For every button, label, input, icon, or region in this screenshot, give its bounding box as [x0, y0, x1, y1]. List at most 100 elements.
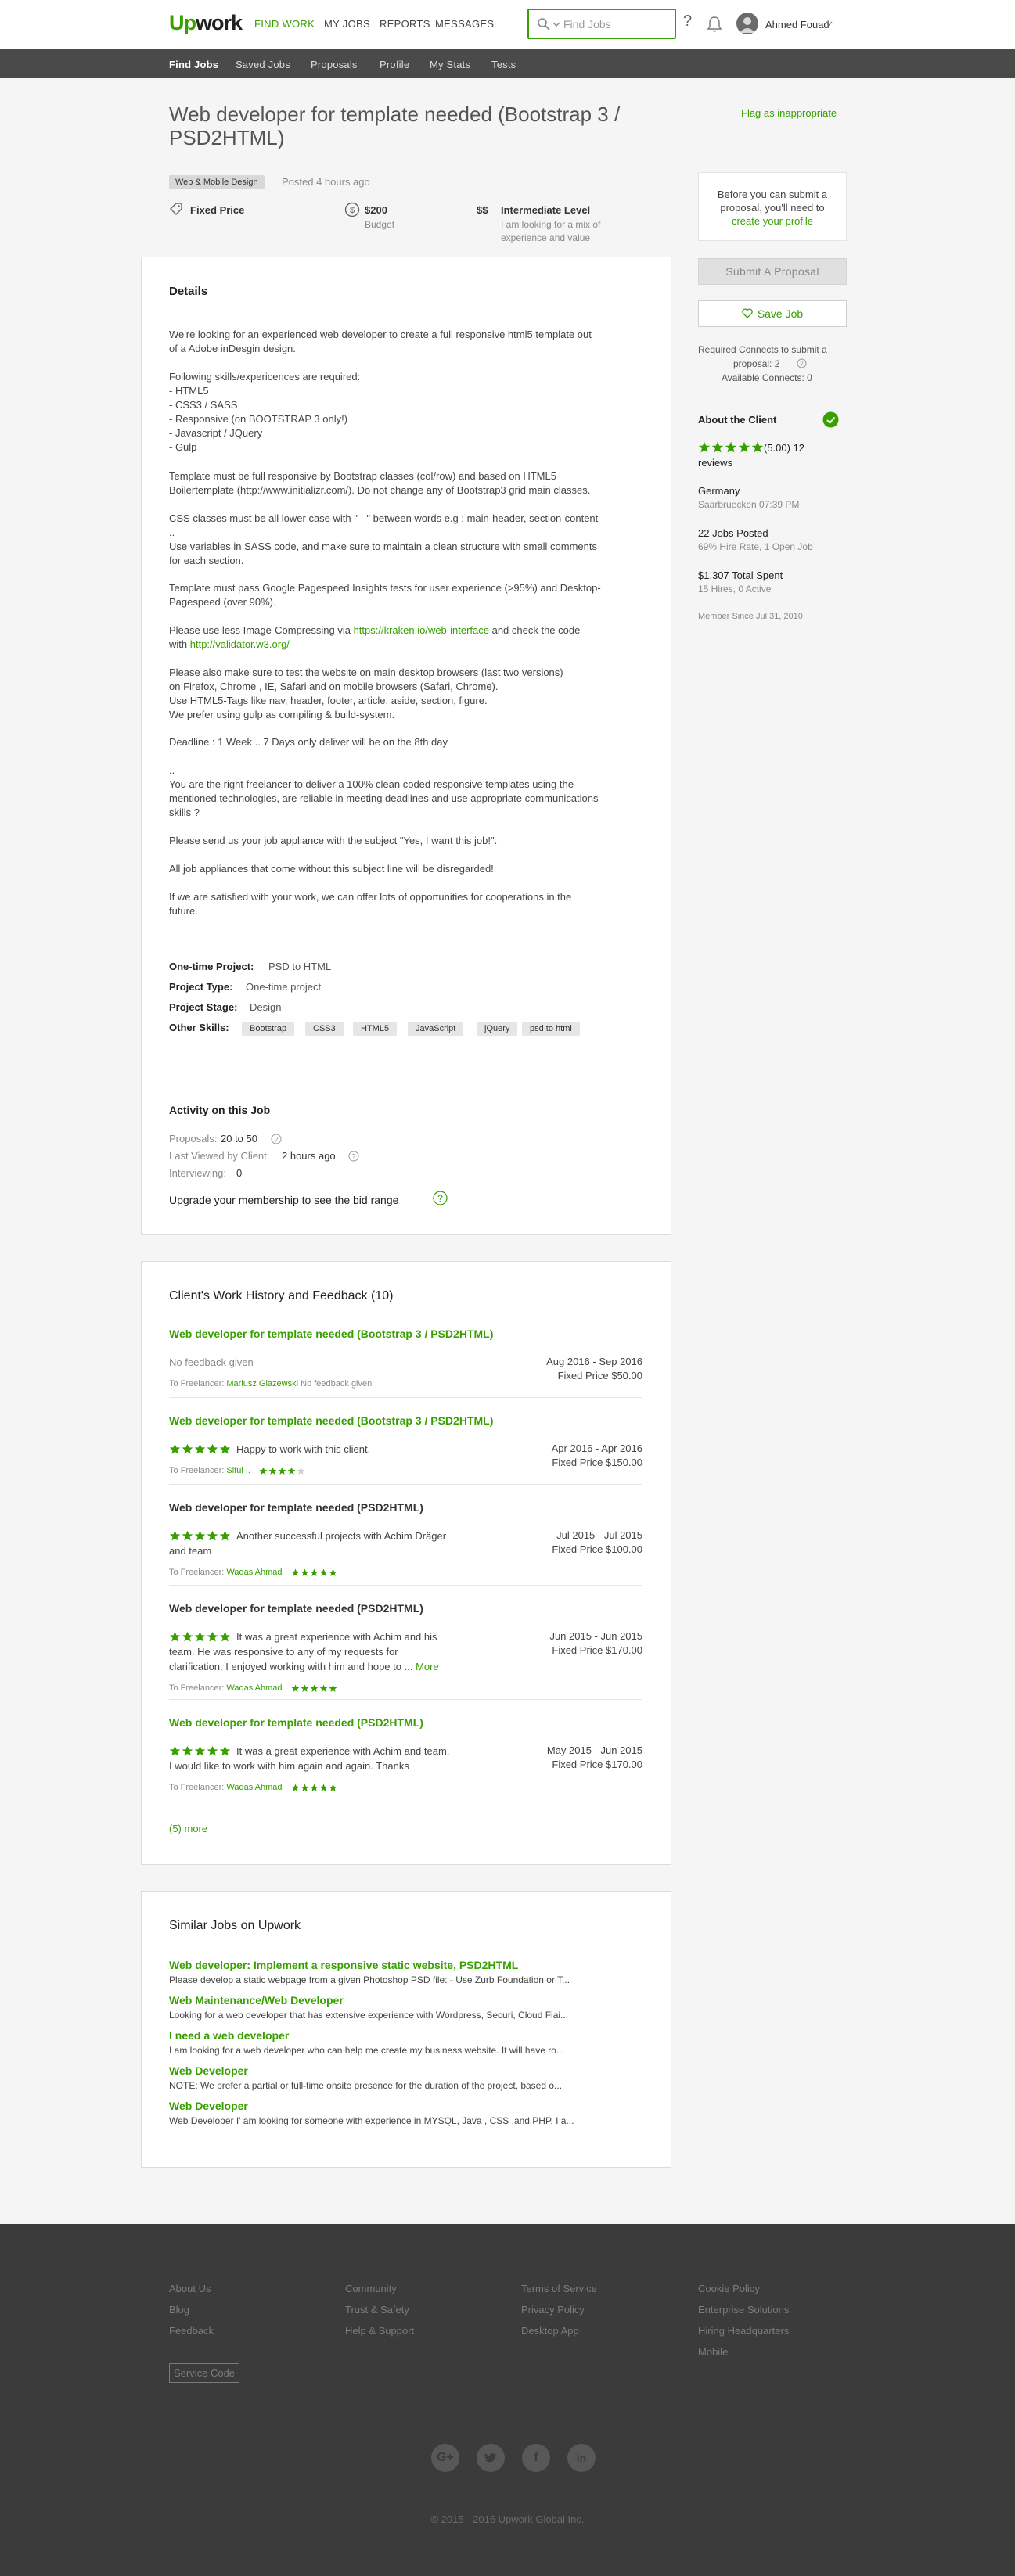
similar-job-title[interactable]: Web Developer	[169, 2100, 248, 2112]
hire-rate: 69% Hire Rate, 1 Open Job	[698, 541, 813, 552]
secondary-nav: Find Jobs Saved Jobs Proposals Profile M…	[0, 49, 1015, 78]
more-history-link[interactable]: (5) more	[169, 1823, 207, 1834]
footer-link[interactable]: Trust & Safety	[345, 2304, 409, 2316]
subnav-find-jobs[interactable]: Find Jobs	[169, 59, 218, 70]
history-job-title[interactable]: Web developer for template needed (PSD2H…	[169, 1716, 423, 1729]
similar-job-title[interactable]: Web Developer	[169, 2064, 248, 2077]
skill-tag[interactable]: psd to html	[522, 1022, 580, 1036]
skill-tag[interactable]: jQuery	[477, 1022, 518, 1036]
footer-link[interactable]: Feedback	[169, 2325, 214, 2337]
footer-link[interactable]: Blog	[169, 2304, 189, 2316]
upwork-logo[interactable]: Upwork	[169, 11, 243, 35]
top-navbar: Upwork FIND WORK MY JOBS REPORTS MESSAGE…	[0, 0, 1015, 49]
nav-messages[interactable]: MESSAGES	[435, 18, 494, 30]
work-history-heading: Client's Work History and Feedback (10)	[169, 1289, 394, 1302]
flag-inappropriate-link[interactable]: Flag as inappropriate	[741, 107, 837, 119]
freelancer-link[interactable]: Waqas Ahmad	[226, 1783, 282, 1792]
chevron-down-icon[interactable]	[552, 21, 560, 27]
subnav-proposals[interactable]: Proposals	[311, 59, 358, 70]
footer-link[interactable]: Cookie Policy	[698, 2283, 760, 2294]
footer-link[interactable]: Help & Support	[345, 2325, 414, 2337]
history-price: Fixed Price $100.00	[552, 1543, 642, 1555]
info-icon[interactable]: ?	[348, 1151, 359, 1162]
skill-tag[interactable]: CSS3	[305, 1022, 344, 1036]
info-icon[interactable]: ?	[797, 358, 807, 368]
subnav-tests[interactable]: Tests	[491, 59, 516, 70]
footer-link[interactable]: Privacy Policy	[521, 2304, 585, 2316]
project-stage-value: Design	[250, 1001, 282, 1013]
service-code-button[interactable]: Service Code	[169, 2363, 240, 2383]
history-job-title[interactable]: Web developer for template needed (Boots…	[169, 1328, 493, 1340]
twitter-icon[interactable]	[477, 2444, 505, 2472]
skill-tag[interactable]: HTML5	[353, 1022, 398, 1036]
validator-link[interactable]: http://validator.w3.org/	[190, 638, 290, 650]
footer-link[interactable]: Terms of Service	[521, 2283, 597, 2294]
history-job-title[interactable]: Web developer for template needed (Boots…	[169, 1414, 493, 1427]
nav-find-work[interactable]: FIND WORK	[254, 18, 315, 30]
submit-proposal-button[interactable]: Submit A Proposal	[698, 258, 847, 285]
details-paragraph: Following skills/expericences are requir…	[169, 371, 361, 453]
save-job-button[interactable]: Save Job	[698, 300, 847, 327]
kraken-link[interactable]: https://kraken.io/web-interface	[354, 624, 489, 636]
skill-tag[interactable]: JavaScript	[408, 1022, 464, 1036]
svg-text:?: ?	[437, 1193, 443, 1204]
history-job-title[interactable]: Web developer for template needed (PSD2H…	[169, 1501, 423, 1514]
star-icon	[738, 441, 750, 453]
skill-tag[interactable]: Bootstrap	[242, 1022, 295, 1036]
facebook-icon[interactable]: f	[522, 2444, 550, 2472]
similar-job-desc: NOTE: We prefer a partial or full-time o…	[169, 2080, 563, 2091]
freelancer-link[interactable]: Mariusz Glazewski	[226, 1379, 298, 1389]
subnav-saved-jobs[interactable]: Saved Jobs	[236, 59, 290, 70]
client-city-time: Saarbruecken 07:39 PM	[698, 499, 800, 510]
nav-my-jobs[interactable]: MY JOBS	[324, 18, 370, 30]
help-icon[interactable]: ?	[683, 13, 692, 31]
bell-icon[interactable]	[707, 16, 722, 33]
similar-job-title[interactable]: Web Maintenance/Web Developer	[169, 1994, 344, 2007]
google-plus-icon[interactable]: G+	[431, 2444, 459, 2472]
interviewing-value: 0	[236, 1167, 243, 1179]
nav-reports[interactable]: REPORTS	[380, 18, 430, 30]
similar-job-title[interactable]: I need a web developer	[169, 2029, 289, 2042]
job-title: Web developer for template needed (Boots…	[169, 102, 621, 149]
freelancer-feedback: No feedback given	[301, 1379, 373, 1389]
feedback-text: No feedback given	[169, 1356, 254, 1368]
search-box[interactable]: Find Jobs	[527, 9, 676, 39]
footer-link[interactable]: Mobile	[698, 2346, 728, 2358]
svg-text:?: ?	[800, 361, 804, 368]
footer-link[interactable]: Enterprise Solutions	[698, 2304, 789, 2316]
freelancer-link[interactable]: Waqas Ahmad	[226, 1683, 282, 1693]
freelancer-link[interactable]: Waqas Ahmad	[226, 1568, 282, 1577]
category-badge[interactable]: Web & Mobile Design	[169, 175, 265, 189]
star-icon	[301, 1684, 309, 1692]
details-paragraph: Please send us your job appliance with t…	[169, 835, 498, 846]
footer-link[interactable]: Community	[345, 2283, 397, 2294]
onetime-value: PSD to HTML	[268, 961, 332, 972]
work-history-card	[141, 1261, 671, 1865]
user-menu-caret-icon[interactable]	[826, 21, 833, 27]
similar-job-title[interactable]: Web developer: Implement a responsive st…	[169, 1959, 518, 1971]
details-paragraph: Template must pass Google Pagespeed Insi…	[169, 582, 601, 608]
history-dates: May 2015 - Jun 2015	[546, 1744, 642, 1756]
proposals-label: Proposals:	[169, 1133, 218, 1144]
subnav-profile[interactable]: Profile	[380, 59, 409, 70]
details-paragraph: We're looking for an experienced web dev…	[169, 329, 592, 354]
footer-link[interactable]: Hiring Headquarters	[698, 2325, 789, 2337]
text: and check the code	[488, 624, 581, 636]
subnav-my-stats[interactable]: My Stats	[430, 59, 470, 70]
linkedin-icon[interactable]: in	[567, 2444, 596, 2472]
footer-link[interactable]: About Us	[169, 2283, 211, 2294]
history-job-title[interactable]: Web developer for template needed (PSD2H…	[169, 1602, 423, 1615]
footer-link[interactable]: Desktop App	[521, 2325, 579, 2337]
help-circle-icon[interactable]: ?	[433, 1191, 448, 1205]
star-icon	[725, 441, 737, 453]
onetime-label: One-time Project:	[169, 961, 254, 972]
star-icon	[319, 1568, 328, 1576]
to-freelancer-label: To Freelancer:	[169, 1683, 225, 1693]
user-name[interactable]: Ahmed Fouad	[765, 19, 830, 31]
search-input[interactable]: Find Jobs	[563, 18, 611, 31]
info-icon[interactable]: ?	[271, 1134, 282, 1144]
freelancer-link[interactable]: Siful I.	[226, 1466, 250, 1475]
more-link[interactable]: More	[416, 1661, 439, 1672]
avatar[interactable]	[736, 13, 758, 34]
create-profile-link[interactable]: create your profile	[732, 215, 813, 227]
